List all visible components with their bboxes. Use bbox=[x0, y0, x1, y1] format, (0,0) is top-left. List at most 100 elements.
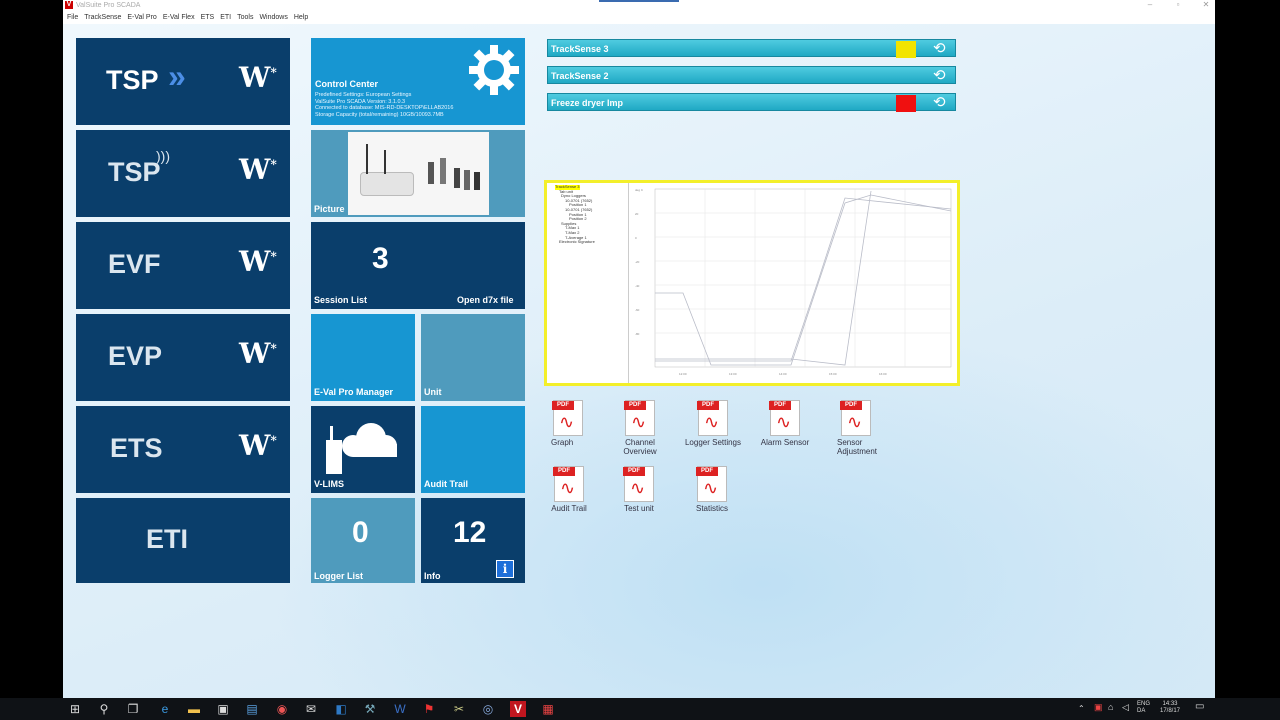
clock-date: 17/8/17 bbox=[1160, 708, 1181, 714]
status-bar-tracksense-2[interactable]: TrackSense 2 ⟲ bbox=[547, 66, 956, 84]
w-logo-text: W bbox=[239, 337, 271, 370]
volume-icon[interactable]: ◁ bbox=[1122, 703, 1129, 712]
menu-eval-pro[interactable]: E-Val Pro bbox=[127, 14, 156, 21]
notifications-icon[interactable]: ▭ bbox=[1195, 702, 1204, 712]
tile-vlims[interactable]: V-LIMS bbox=[311, 406, 415, 493]
menu-file[interactable]: File bbox=[67, 14, 78, 21]
report-channel-overview[interactable]: PDF ∿ Channel Overview bbox=[600, 400, 680, 456]
svg-text:13:00: 13:00 bbox=[729, 372, 737, 376]
refresh-icon[interactable]: ⟲ bbox=[933, 39, 946, 57]
report-label: Channel Overview bbox=[623, 438, 657, 456]
minimize-button[interactable]: – bbox=[1143, 0, 1157, 9]
close-button[interactable]: ✕ bbox=[1199, 0, 1213, 9]
pdf-icon: PDF ∿ bbox=[697, 400, 728, 436]
menu-bar: File TrackSense E-Val Pro E-Val Flex ETS ETI T… bbox=[63, 11, 1215, 24]
tray-app-icon[interactable]: ▣ bbox=[1094, 703, 1103, 712]
tile-unit[interactable]: Unit bbox=[421, 314, 525, 401]
tile-eti[interactable]: ETI bbox=[76, 498, 290, 583]
tile-audit-trail[interactable]: Audit Trail bbox=[421, 406, 525, 493]
mail-icon[interactable]: ✉ bbox=[303, 701, 319, 717]
menu-ets[interactable]: ETS bbox=[201, 14, 215, 21]
open-d7x-link[interactable]: Open d7x file bbox=[457, 295, 514, 305]
tile-control-center[interactable]: Control Center Predefined Settings: Euro… bbox=[311, 38, 525, 125]
evp-label: EVP bbox=[108, 341, 163, 371]
report-alarm-sensor[interactable]: PDF ∿ Alarm Sensor bbox=[745, 400, 825, 447]
app-logo-icon: V bbox=[65, 1, 73, 9]
menu-windows[interactable]: Windows bbox=[259, 14, 287, 21]
logger-list-label: Logger List bbox=[314, 571, 363, 581]
svg-text:20: 20 bbox=[635, 212, 639, 216]
w-logo-icon: W* bbox=[239, 153, 277, 186]
report-test-unit[interactable]: PDF ∿ Test unit bbox=[599, 466, 679, 513]
snipping-tool-icon[interactable]: ✂ bbox=[451, 701, 467, 717]
pdf-tag: PDF bbox=[552, 401, 574, 410]
report-label: Test unit bbox=[624, 504, 654, 513]
tile-info[interactable]: 12 Info i bbox=[421, 498, 525, 583]
evf-label: EVF bbox=[108, 249, 161, 279]
tile-evf[interactable]: EVF W* bbox=[76, 222, 290, 309]
tile-eval-pro-manager[interactable]: E-Val Pro Manager bbox=[311, 314, 415, 401]
wireless-icon: ))) bbox=[156, 148, 170, 164]
tools-icon[interactable]: ⚒ bbox=[362, 701, 378, 717]
valsuite-icon[interactable]: V bbox=[510, 701, 526, 717]
refresh-icon[interactable]: ⟲ bbox=[933, 66, 946, 84]
report-label: Sensor Adjustment bbox=[837, 438, 878, 456]
word-icon[interactable]: W bbox=[392, 701, 408, 717]
session-preview[interactable]: TrackSense 3 Tab unit Dyno Loggers 10-07… bbox=[544, 180, 960, 386]
refresh-icon[interactable]: ⟲ bbox=[933, 93, 946, 111]
tile-evp[interactable]: EVP W* bbox=[76, 314, 290, 401]
report-logger-settings[interactable]: PDF ∿ Logger Settings bbox=[673, 400, 753, 447]
status-bar-freeze-dryer[interactable]: Freeze dryer Imp ⟲ bbox=[547, 93, 956, 112]
menu-eval-flex[interactable]: E-Val Flex bbox=[163, 14, 195, 21]
w-logo-text: W bbox=[239, 153, 271, 186]
acrobat-icon[interactable]: ⚑ bbox=[421, 701, 437, 717]
svg-text:14:00: 14:00 bbox=[779, 372, 787, 376]
app-window-icon[interactable]: ▦ bbox=[540, 701, 556, 717]
tile-picture[interactable]: Picture bbox=[311, 130, 525, 217]
report-label: Logger Settings bbox=[684, 438, 742, 447]
outlook-icon[interactable]: ◧ bbox=[333, 701, 349, 717]
file-explorer-icon[interactable]: ▬ bbox=[186, 701, 202, 717]
report-label: Graph bbox=[551, 438, 574, 447]
tile-tsp[interactable]: TSP » W* bbox=[76, 38, 290, 125]
network-icon[interactable]: ⌂ bbox=[1108, 703, 1113, 712]
store-icon[interactable]: ▣ bbox=[215, 701, 231, 717]
search-icon[interactable]: ⚲ bbox=[96, 701, 112, 717]
edge-icon[interactable]: e bbox=[157, 701, 173, 717]
w-logo-icon: W* bbox=[239, 61, 277, 94]
task-view-icon[interactable]: ❐ bbox=[125, 701, 141, 717]
pdf-tag: PDF bbox=[553, 467, 575, 476]
cloud-icon bbox=[326, 423, 397, 474]
start-icon[interactable]: ⊞ bbox=[67, 701, 83, 717]
antenna-shape bbox=[384, 150, 386, 174]
taskbar: ⊞ ⚲ ❐ e ▬ ▣ ▤ ◉ ✉ ◧ ⚒ W ⚑ ✂ ◎ V ▦ ⌃ ▣ ⌂ … bbox=[0, 698, 1280, 720]
menu-tools[interactable]: Tools bbox=[237, 14, 253, 21]
report-sensor-adjustment[interactable]: PDF ∿ Sensor Adjustment bbox=[816, 400, 896, 456]
tile-logger-list[interactable]: 0 Logger List bbox=[311, 498, 415, 583]
app-window: V ValSuite Pro SCADA – ▫ ✕ File TrackSens… bbox=[63, 0, 1215, 698]
picture-label: Picture bbox=[314, 204, 345, 214]
maximize-button[interactable]: ▫ bbox=[1171, 0, 1185, 9]
report-audit-trail[interactable]: PDF ∿ Audit Trail bbox=[529, 466, 609, 513]
w-logo-text: W bbox=[239, 61, 271, 94]
tray-chevron-icon[interactable]: ⌃ bbox=[1078, 705, 1085, 713]
logger-base-shape bbox=[360, 172, 414, 196]
info-count: 12 bbox=[453, 516, 487, 549]
globe-icon[interactable]: ◎ bbox=[480, 701, 496, 717]
report-statistics[interactable]: PDF ∿ Statistics bbox=[672, 466, 752, 513]
menu-help[interactable]: Help bbox=[294, 14, 308, 21]
chrome-icon[interactable]: ◉ bbox=[274, 701, 290, 717]
tile-session-list[interactable]: 3 Session List Open d7x file bbox=[311, 222, 525, 309]
status-bar-tracksense-3[interactable]: TrackSense 3 ⟲ bbox=[547, 39, 956, 58]
tile-tsp-wireless[interactable]: TSP ))) W* bbox=[76, 130, 290, 217]
app-icon[interactable]: ▤ bbox=[244, 701, 260, 717]
info-icon[interactable]: i bbox=[496, 560, 514, 578]
language-indicator[interactable]: ENG DA bbox=[1137, 701, 1150, 715]
sensor-shape bbox=[474, 172, 480, 190]
svg-text:-20: -20 bbox=[635, 260, 640, 264]
report-graph[interactable]: PDF ∿ Graph bbox=[528, 400, 608, 447]
menu-tracksense[interactable]: TrackSense bbox=[84, 14, 121, 21]
menu-eti[interactable]: ETI bbox=[220, 14, 231, 21]
clock[interactable]: 14:33 17/8/17 bbox=[1160, 701, 1180, 715]
tile-ets[interactable]: ETS W* bbox=[76, 406, 290, 493]
